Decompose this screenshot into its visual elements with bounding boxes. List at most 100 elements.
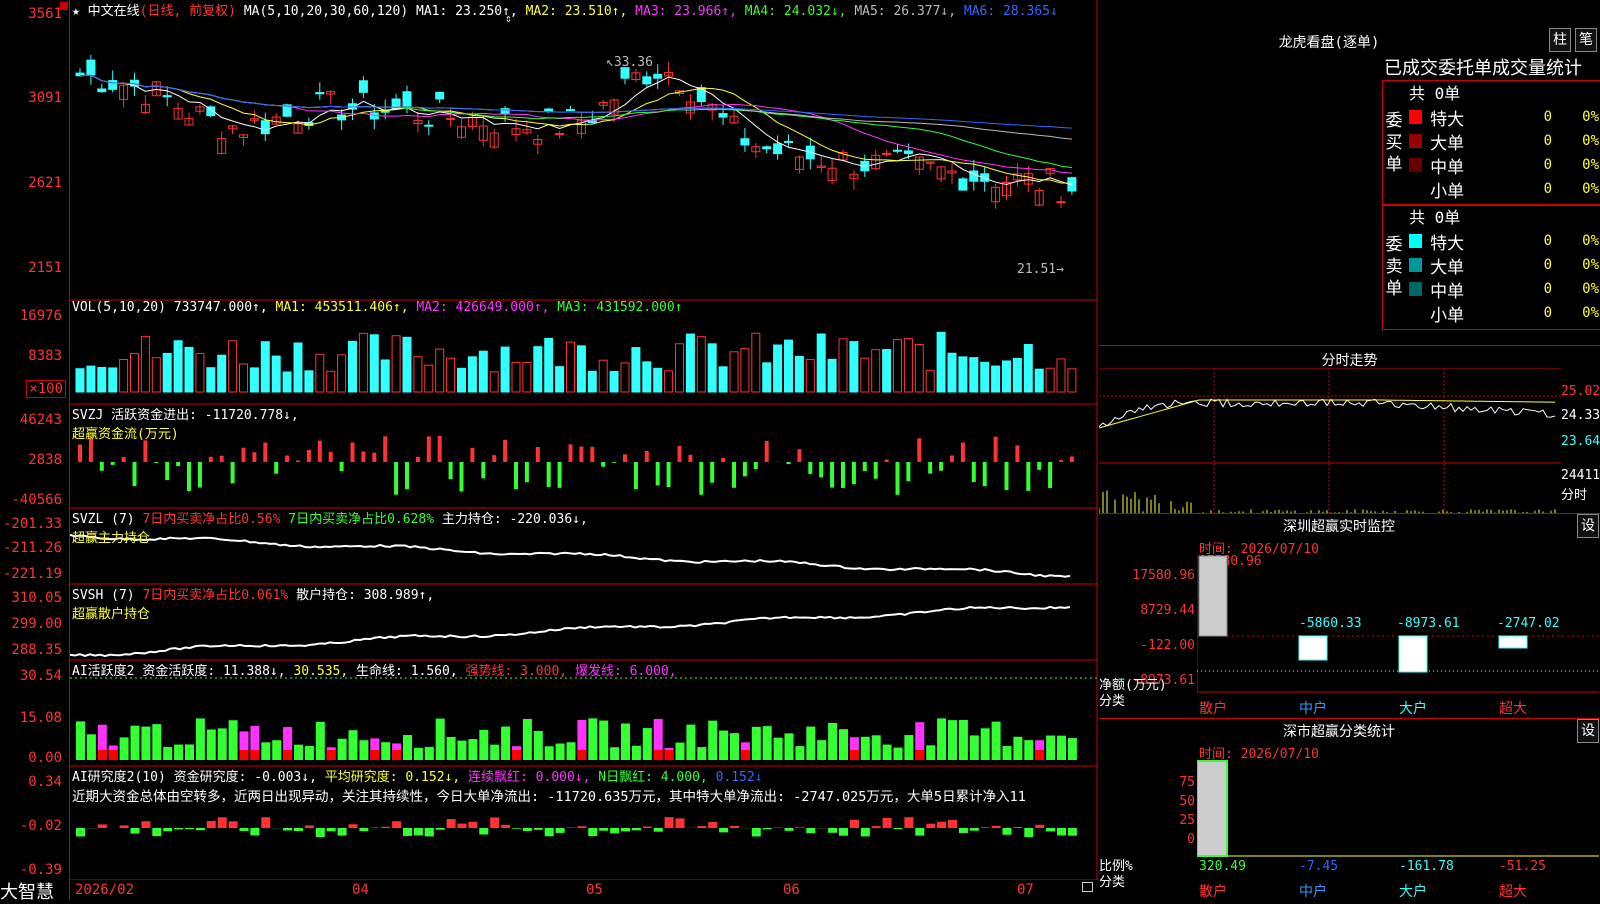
svzj-bars [78, 436, 1074, 495]
monitor-category: 中户 [1299, 698, 1327, 718]
svzj-bar [187, 462, 191, 491]
ai-active-bar [534, 731, 543, 760]
ai-active-bar [545, 746, 554, 760]
volume-bar [795, 356, 803, 392]
monitor-bar [1499, 636, 1527, 648]
svzj-bar [819, 462, 823, 477]
ai-research-bar [785, 828, 794, 831]
svzj-bar [558, 462, 562, 488]
ai-research-bar [261, 817, 270, 828]
ai-research-bar [479, 828, 488, 835]
classify-panel: 深市超赢分类统计 设 时间: 2026/07/10 75 50 25 0 比例%… [1099, 718, 1600, 901]
ai-research-bars [76, 817, 1077, 837]
ai-research-bar [1057, 828, 1066, 835]
ai-active-bar [1068, 738, 1077, 760]
ai-active-bar [490, 745, 499, 760]
volume-bar [98, 367, 106, 392]
ai-research-bar [795, 827, 804, 828]
ai-active-bar [643, 728, 652, 760]
classify-axis-label: 25 [1099, 813, 1195, 828]
candle-body [447, 118, 455, 119]
volume-bar [828, 359, 836, 392]
classify-title: 深市超赢分类统计 [1099, 721, 1579, 741]
svzj-bar [1059, 460, 1063, 462]
classify-chart [1197, 759, 1599, 859]
svzl-axis: -201.33 -211.26 -221.19 [0, 508, 68, 584]
ai-active-v3: 生命线: 1.560, [356, 664, 458, 679]
ai-active-bar [436, 719, 445, 760]
volume-bar [992, 366, 1000, 392]
volume-bar [229, 341, 237, 392]
ai-active-bar [708, 721, 717, 760]
volume-bar [763, 363, 771, 392]
ai-research-bar [240, 828, 249, 831]
volume-bar [359, 333, 367, 392]
svzj-bar [438, 436, 442, 462]
volume-bar [643, 362, 651, 392]
ai-active-bar [806, 727, 815, 760]
ai-research-bar [926, 824, 935, 828]
svzj-bar [503, 440, 507, 462]
ai-research-bar [207, 821, 216, 828]
ai-active-bar [512, 750, 521, 760]
candle-body [697, 88, 705, 102]
kline-axis-label: 2621 [28, 175, 62, 191]
low-price-label: 21.51→ [1017, 262, 1064, 277]
ai-active-bar [163, 747, 172, 760]
star-icon[interactable]: ★ [72, 4, 80, 19]
ai-active-bar [610, 747, 619, 760]
svzl-header: SVZL (7) 7日内买卖净占比0.56% 7日内买卖净占比0.628% 主力… [72, 508, 588, 546]
volume-bar [697, 337, 705, 392]
lock-icon[interactable] [1082, 882, 1093, 892]
ai-active-bar [904, 735, 913, 760]
ai-active-bar [883, 745, 892, 760]
monitor-settings-button[interactable]: 设 [1577, 514, 1599, 538]
volume-bar [567, 342, 575, 392]
crosshair-icon[interactable]: ⇕ [505, 12, 512, 25]
classify-settings-button[interactable]: 设 [1577, 719, 1599, 743]
volume-bar [196, 354, 204, 392]
svzj-bar [699, 462, 703, 495]
classify-category: 散户 [1199, 881, 1227, 901]
volume-bar [163, 353, 171, 392]
svzl-pct2: 7日内买卖净占比0.628% [288, 512, 434, 527]
month-label: 05 [586, 882, 603, 898]
svzj-bar [78, 445, 82, 462]
volume-bar [817, 334, 825, 392]
intraday-price-mid: 24.33 [1561, 408, 1600, 423]
svzj-bar [710, 462, 714, 483]
volume-bar [468, 357, 476, 392]
candle-body [588, 121, 596, 123]
svsh-subtitle: 超赢散户持仓 [72, 603, 434, 622]
volume-bar [981, 362, 989, 392]
candle-body [643, 77, 651, 84]
ai-research-bar [327, 828, 336, 831]
classify-category: 中户 [1299, 881, 1327, 901]
svsh-label: SVSH (7) [72, 588, 135, 603]
ai-active-bar [588, 718, 597, 760]
volume-bar [1057, 359, 1065, 392]
ai-research-bar [174, 828, 183, 829]
svzj-bar [1026, 462, 1030, 491]
ai-active-bar [785, 733, 794, 760]
ai-active-bar [425, 747, 434, 760]
svzj-bar [242, 448, 246, 462]
tick-view-button[interactable]: 笔 [1575, 28, 1597, 52]
ai-research-bar [763, 828, 772, 829]
sell-row: 中单00% [1409, 277, 1599, 301]
ai-active-bar [719, 731, 728, 760]
stock-name[interactable]: 中文在线 [88, 4, 140, 19]
svzj-bar [830, 462, 834, 488]
ai-active-bar [283, 750, 292, 760]
volume-bar [185, 347, 193, 392]
ai-research-bar [283, 828, 292, 830]
ai-active-bar [861, 737, 870, 760]
ai-research-bar [828, 828, 837, 833]
ai-active-bar [937, 718, 946, 760]
candle-body [1057, 202, 1065, 203]
ai-research-bar [937, 822, 946, 828]
monitor-bar-label: -8973.61 [1397, 616, 1460, 631]
svzj-bar [678, 446, 682, 462]
bar-view-button[interactable]: 柱 [1549, 28, 1571, 52]
period-label[interactable]: (日线, 前复权) [140, 4, 236, 19]
